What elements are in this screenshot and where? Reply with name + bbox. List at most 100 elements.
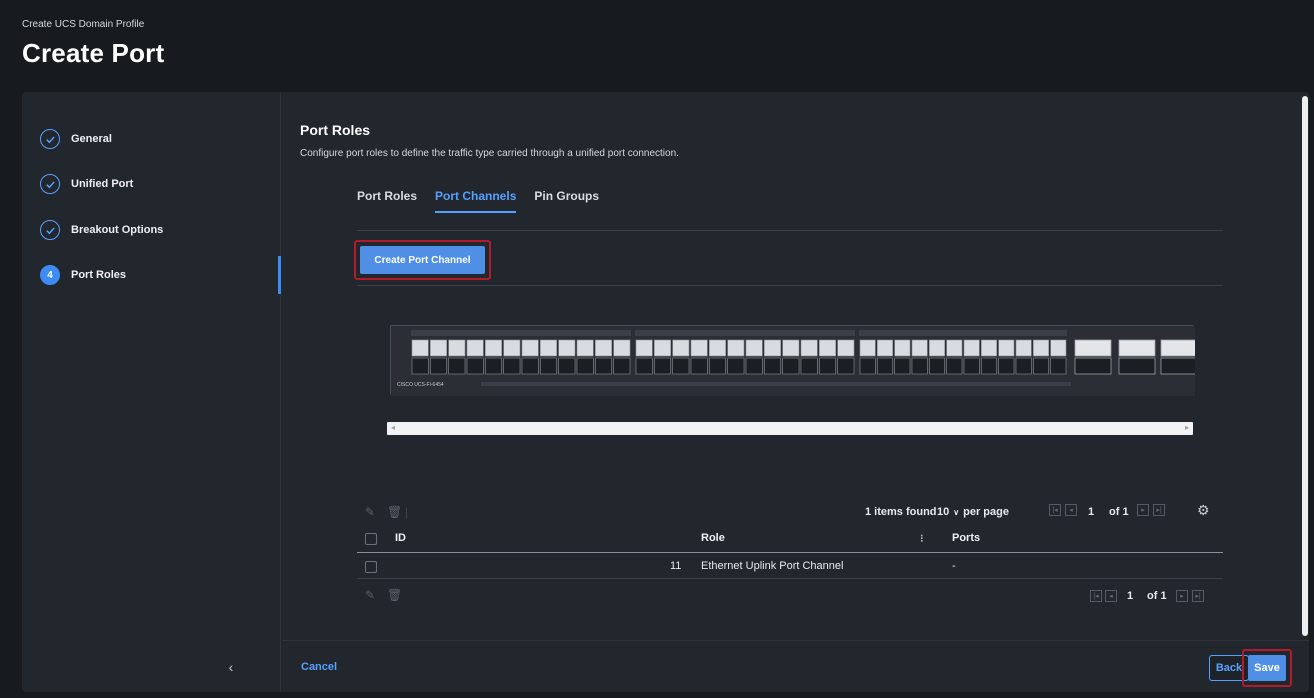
trash-icon[interactable]: 🗑 bbox=[387, 588, 402, 602]
select-all-checkbox[interactable] bbox=[365, 533, 377, 545]
gear-icon[interactable]: ⚙ bbox=[1197, 502, 1210, 519]
last-page-icon[interactable]: ▸| bbox=[1153, 504, 1165, 516]
switch-port bbox=[745, 339, 763, 357]
cell-ports: - bbox=[952, 560, 956, 572]
switch-port bbox=[576, 339, 594, 357]
switch-port bbox=[521, 339, 539, 357]
check-circle-icon bbox=[40, 220, 60, 240]
switch-port bbox=[745, 357, 763, 375]
switch-port bbox=[466, 339, 484, 357]
highlight-frame: Create Port Channel bbox=[354, 240, 491, 280]
table-toolbar: ✎ 🗑 | 1 items found 10 ∨ per page |◂ ◂ 1 o… bbox=[357, 502, 1223, 524]
step-general[interactable]: General bbox=[40, 128, 112, 150]
switch-port bbox=[430, 357, 447, 375]
page-number[interactable]: 1 bbox=[1127, 590, 1133, 602]
tab-pin-groups[interactable]: Pin Groups bbox=[534, 189, 599, 213]
step-breakout-options[interactable]: Breakout Options bbox=[40, 219, 163, 241]
switch-model-label: CISCO UCS-FI-6454 bbox=[397, 382, 444, 388]
edit-icon[interactable]: ✎ bbox=[365, 505, 375, 519]
cell-id: 11 bbox=[670, 560, 682, 572]
scrollbar-thumb[interactable] bbox=[1302, 96, 1308, 636]
breadcrumb[interactable]: Create UCS Domain Profile bbox=[22, 19, 144, 30]
wizard-footer: Cancel Back Save bbox=[282, 640, 1309, 692]
uplink-port bbox=[1074, 357, 1112, 375]
switch-port bbox=[764, 339, 781, 357]
step-port-roles[interactable]: 4 Port Roles bbox=[40, 264, 126, 286]
switch-port bbox=[540, 339, 557, 357]
next-page-icon[interactable]: ▸ bbox=[1176, 590, 1188, 602]
switch-port bbox=[411, 339, 429, 357]
switch-port bbox=[998, 357, 1015, 375]
switch-port bbox=[613, 357, 631, 375]
column-sort-icon[interactable]: ⁝ bbox=[920, 532, 924, 545]
switch-port bbox=[819, 339, 836, 357]
active-step-indicator bbox=[278, 256, 281, 294]
switch-port bbox=[894, 339, 911, 357]
check-circle-icon bbox=[40, 174, 60, 194]
switch-port bbox=[981, 357, 997, 375]
switch-port bbox=[430, 339, 447, 357]
switch-port bbox=[929, 357, 945, 375]
next-page-icon[interactable]: ▸ bbox=[1137, 504, 1149, 516]
first-page-icon[interactable]: |◂ bbox=[1090, 590, 1102, 602]
switch-port bbox=[635, 339, 653, 357]
switch-port bbox=[963, 339, 980, 357]
vertical-scrollbar[interactable] bbox=[1301, 92, 1309, 640]
switch-port bbox=[654, 339, 671, 357]
horizontal-scrollbar[interactable]: ◂ ▸ bbox=[387, 422, 1193, 435]
switch-port bbox=[837, 339, 855, 357]
switch-port bbox=[485, 339, 502, 357]
uplink-port bbox=[1118, 357, 1156, 375]
cell-role: Ethernet Uplink Port Channel bbox=[701, 560, 844, 572]
last-page-icon[interactable]: ▸| bbox=[1192, 590, 1204, 602]
switch-port bbox=[411, 357, 429, 375]
switch-port bbox=[727, 357, 745, 375]
save-button[interactable]: Save bbox=[1248, 655, 1286, 681]
switch-port bbox=[929, 339, 945, 357]
switch-port bbox=[894, 357, 911, 375]
switch-port bbox=[448, 357, 466, 375]
switch-port bbox=[1033, 357, 1049, 375]
switch-port bbox=[837, 357, 855, 375]
column-header-role[interactable]: Role bbox=[701, 532, 725, 544]
switch-port bbox=[859, 357, 876, 375]
switch-port bbox=[613, 339, 631, 357]
tab-port-channels[interactable]: Port Channels bbox=[435, 189, 517, 213]
trash-icon[interactable]: 🗑 bbox=[387, 505, 402, 519]
switch-port bbox=[1050, 357, 1067, 375]
row-divider bbox=[357, 578, 1223, 579]
switch-port bbox=[466, 357, 484, 375]
edit-icon[interactable]: ✎ bbox=[365, 588, 375, 602]
column-header-ports[interactable]: Ports bbox=[952, 532, 980, 544]
create-port-channel-button[interactable]: Create Port Channel bbox=[360, 246, 485, 274]
switch-port bbox=[946, 339, 963, 357]
prev-page-icon[interactable]: ◂ bbox=[1065, 504, 1077, 516]
page-total: of 1 bbox=[1147, 590, 1167, 602]
step-unified-port[interactable]: Unified Port bbox=[40, 173, 133, 195]
page-header: Create UCS Domain Profile Create Port bbox=[0, 0, 1314, 88]
tab-port-roles[interactable]: Port Roles bbox=[357, 189, 417, 213]
switch-port bbox=[911, 339, 928, 357]
cancel-link[interactable]: Cancel bbox=[301, 661, 337, 673]
scroll-left-icon[interactable]: ◂ bbox=[391, 423, 395, 432]
first-page-icon[interactable]: |◂ bbox=[1049, 504, 1061, 516]
per-page-select[interactable]: 10 ∨ per page bbox=[937, 506, 1009, 518]
divider bbox=[357, 230, 1223, 231]
collapse-sidebar-button[interactable]: ‹ bbox=[216, 652, 246, 682]
page-number[interactable]: 1 bbox=[1088, 506, 1094, 518]
switch-port bbox=[521, 357, 539, 375]
switch-port bbox=[819, 357, 836, 375]
switch-port bbox=[782, 339, 800, 357]
row-checkbox[interactable] bbox=[365, 561, 377, 573]
prev-page-icon[interactable]: ◂ bbox=[1105, 590, 1117, 602]
switch-port bbox=[1050, 339, 1067, 357]
separator: | bbox=[405, 505, 409, 519]
wizard-panel: General Unified Port Breakout Options 4 … bbox=[22, 92, 1309, 692]
section-description: Configure port roles to define the traff… bbox=[300, 148, 679, 159]
switch-port bbox=[485, 357, 502, 375]
switch-ports-graphic: CISCO UCS-FI-6454 bbox=[391, 326, 1198, 396]
switch-port bbox=[690, 339, 708, 357]
scroll-right-icon[interactable]: ▸ bbox=[1185, 423, 1189, 432]
switch-port bbox=[877, 339, 893, 357]
column-header-id[interactable]: ID bbox=[395, 532, 406, 544]
